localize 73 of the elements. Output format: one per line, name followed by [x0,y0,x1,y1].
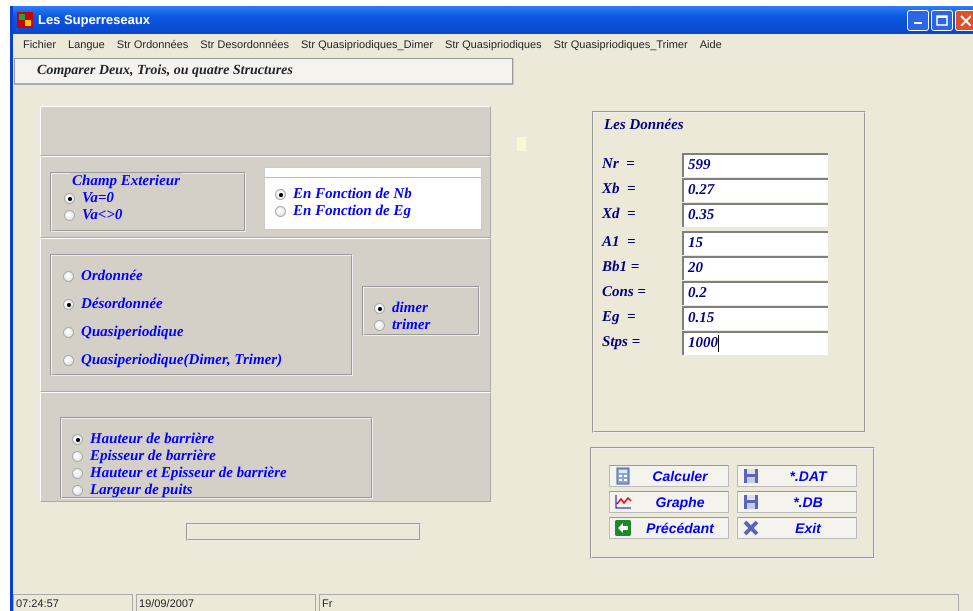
input-field[interactable]: 20 [682,256,828,280]
menu-item[interactable]: Str Ordonnées [110,37,194,54]
input-field[interactable]: 1000 [682,330,828,354]
calculator-icon [614,466,632,484]
input-field[interactable]: 0.35 [682,202,828,226]
field-label: Nr = [602,156,636,173]
radio-button[interactable] [64,192,75,204]
toolbar-button[interactable]: *.DB [737,490,857,512]
menu-item[interactable]: Langue [62,37,111,54]
cross-icon [742,518,760,536]
status-bar-field: Fr [319,594,959,611]
field-label: Xb = [602,181,637,198]
option-label[interactable]: Désordonnée [81,296,163,312]
radio-button[interactable] [63,354,74,366]
field-label: Bb1 = [602,259,640,276]
input-field[interactable]: 15 [682,230,828,254]
minimize-button[interactable] [907,10,929,30]
status-bar-field: 19/09/2007 [136,594,316,611]
option-label[interactable]: En Fonction de Eg [293,202,411,220]
chart-icon [614,492,632,510]
radio-button[interactable] [374,320,385,330]
close-button[interactable] [955,10,973,30]
toolbar-button[interactable]: *.DAT [737,464,857,486]
radio-button[interactable] [72,468,83,478]
tab[interactable]: Comparer Deux, Trois, ou quatre Structures [14,58,513,84]
radio-button[interactable] [72,434,83,444]
option-label[interactable]: Va=0 [82,190,114,206]
option-label[interactable]: Quasiperiodique(Dimer, Trimer) [81,352,282,368]
input-field[interactable]: 599 [682,152,828,176]
input-field[interactable]: 0.15 [682,306,828,330]
option-label[interactable]: Hauteur de barrière [90,430,214,448]
menu-item[interactable]: Fichier [17,37,62,54]
radio-button[interactable] [64,210,75,220]
option-label[interactable]: En Fonction de Nb [293,186,412,202]
maximize-button[interactable] [931,10,953,30]
close-icon [958,14,970,26]
toolbar-button[interactable]: Précédant [609,516,729,538]
toolbar-button[interactable]: Graphe [609,490,729,512]
menu-item[interactable]: Str Quasipriodiques_Dimer [294,37,440,54]
option-label[interactable]: Episseur de barrière [90,448,216,464]
field-label: A1 = [602,234,637,251]
radio-button[interactable] [275,188,286,200]
menu-item[interactable]: Str Quasipriodiques_Trimer [548,37,694,54]
group-title: Champ Exterieur [70,172,182,190]
radio-button[interactable] [374,302,385,314]
menu-item[interactable]: Aide [694,37,728,54]
option-label[interactable]: Hauteur et Episseur de barrière [90,464,287,482]
radio-button[interactable] [72,484,83,496]
status-bar-field: 07:24:57 [13,594,133,611]
field-label: Xd = [602,206,637,223]
window-title: Les Superreseaux [38,11,150,30]
radio-button[interactable] [63,298,74,310]
menu-item[interactable]: Str Desordonnées [194,37,295,54]
option-label[interactable]: Ordonnée [81,268,143,284]
option-label[interactable]: Va<>0 [82,206,122,224]
radio-button[interactable] [72,450,83,462]
radio-button[interactable] [63,270,74,282]
menu-item[interactable]: Str Quasipriodiques [439,37,548,54]
field-label: Eg = [602,309,637,326]
option-label[interactable]: trimer [392,316,430,334]
app-icon [17,12,33,28]
option-label[interactable]: dimer [392,300,428,316]
toolbar-button[interactable]: Exit [737,516,857,538]
option-label[interactable]: Largeur de puits [90,482,193,498]
radio-button[interactable] [63,326,74,338]
input-field[interactable]: 0.27 [682,178,828,202]
toolbar-button[interactable]: Calculer [609,464,729,486]
option-label[interactable]: Quasiperiodique [81,324,184,340]
field-label: Stps = [602,334,642,351]
input-field[interactable]: 0.2 [682,280,828,304]
maximize-icon [936,14,948,26]
radio-button[interactable] [275,206,286,216]
field-label: Cons = [602,284,647,301]
